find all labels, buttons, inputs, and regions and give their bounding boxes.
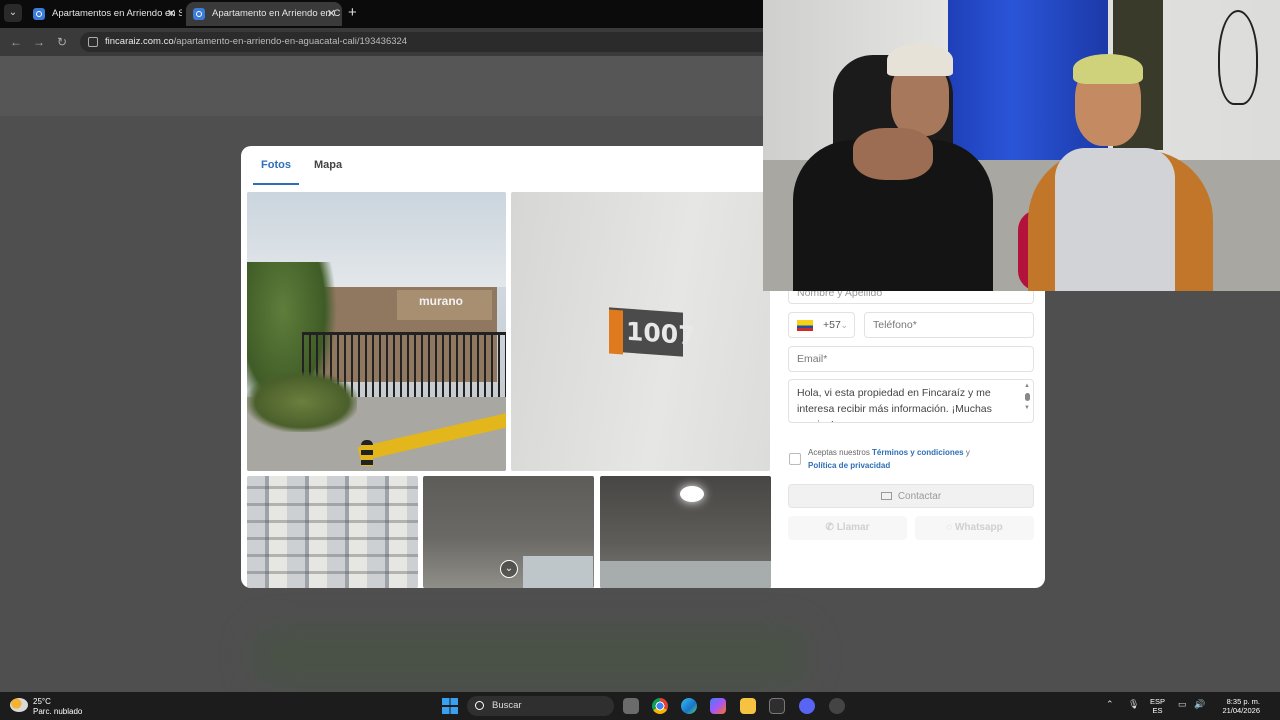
url-host: fincaraiz.com.co bbox=[105, 36, 174, 47]
photo-bush bbox=[247, 372, 357, 432]
country-code-select[interactable]: +57 ⌄ bbox=[788, 312, 855, 338]
terms-checkbox[interactable] bbox=[789, 453, 801, 465]
terms-text: Aceptas nuestros Términos y condiciones … bbox=[808, 446, 1028, 472]
modal-tabs: Fotos Mapa bbox=[241, 146, 761, 186]
weather-icon[interactable] bbox=[10, 698, 28, 712]
photo-building-entrance[interactable]: murano bbox=[247, 192, 506, 471]
terms-prefix: Aceptas nuestros bbox=[808, 448, 870, 457]
whatsapp-button-label: Whatsapp bbox=[954, 522, 1003, 533]
message-scrollbar[interactable]: ▲ ▼ bbox=[1024, 383, 1032, 417]
country-code-value: +57 bbox=[823, 319, 841, 331]
number-plate-accent bbox=[609, 309, 623, 355]
email-placeholder: Email* bbox=[797, 353, 828, 365]
cam-cap bbox=[887, 44, 953, 76]
lang-line1: ESP bbox=[1150, 697, 1166, 706]
scroll-thumb[interactable] bbox=[1025, 393, 1030, 401]
building-sign: murano bbox=[419, 294, 464, 308]
clock-date: 21/04/2026 bbox=[1222, 706, 1260, 715]
call-button-label: Llamar bbox=[836, 522, 870, 533]
page-content-blurred bbox=[250, 626, 810, 686]
photo-window bbox=[523, 556, 593, 588]
forward-arrow-icon[interactable]: → bbox=[33, 34, 45, 50]
contact-button[interactable]: Contactar bbox=[788, 484, 1034, 508]
scroll-down-icon[interactable]: ⌄ bbox=[500, 560, 518, 578]
file-explorer-icon[interactable] bbox=[740, 698, 756, 714]
terms-and: y bbox=[965, 448, 970, 457]
tab-apartamentos[interactable]: Apartamentos en Arriendo en S ✕ bbox=[26, 2, 182, 26]
photo-tower-facade[interactable] bbox=[247, 476, 418, 588]
cam-wolf-poster bbox=[1218, 10, 1258, 105]
lang-line2: ES bbox=[1152, 706, 1163, 715]
tab-title: Apartamento en Arriendo en C bbox=[212, 8, 341, 19]
task-view-icon[interactable] bbox=[623, 698, 639, 714]
mail-icon bbox=[880, 492, 892, 500]
photo-interior-ceiling[interactable] bbox=[600, 476, 771, 588]
weather-desc: Parc. nublado bbox=[33, 707, 83, 716]
search-icon bbox=[475, 701, 484, 710]
fincaraiz-favicon-icon bbox=[33, 8, 45, 20]
new-tab-icon[interactable]: + bbox=[348, 4, 357, 22]
message-text: Hola, vi esta propiedad en Fincaraíz y m… bbox=[797, 387, 992, 422]
scroll-down-arrow-icon[interactable]: ▼ bbox=[1024, 405, 1030, 411]
fincaraiz-favicon-icon bbox=[193, 8, 205, 20]
chrome-icon[interactable] bbox=[652, 698, 668, 714]
close-tab-icon[interactable]: ✕ bbox=[167, 2, 176, 26]
photo-ceiling-lamp bbox=[680, 486, 704, 502]
app-icon[interactable] bbox=[829, 698, 845, 714]
volume-icon[interactable]: 🔊 bbox=[1194, 699, 1205, 710]
tray-chevron-up-icon[interactable]: ⌃ bbox=[1106, 699, 1114, 710]
photo-door-number[interactable]: 1007 bbox=[511, 192, 770, 471]
close-tab-icon[interactable]: ✕ bbox=[327, 2, 336, 26]
tab-mapa[interactable]: Mapa bbox=[314, 159, 342, 171]
url-path: /apartamento-en-arriendo-en-aguacatal-ca… bbox=[173, 36, 408, 47]
url-field[interactable]: fincaraiz.com.co/apartamento-en-arriendo… bbox=[80, 32, 770, 52]
cam-tank-top bbox=[1055, 148, 1175, 291]
discord-icon[interactable] bbox=[799, 698, 815, 714]
weather-widget[interactable]: 25°C Parc. nublado bbox=[33, 697, 82, 717]
privacy-link[interactable]: Política de privacidad bbox=[808, 461, 890, 470]
cam-hand bbox=[853, 128, 933, 180]
language-indicator[interactable]: ESP ES bbox=[1150, 697, 1165, 715]
tab-title: Apartamentos en Arriendo en S bbox=[52, 8, 182, 19]
chevron-down-icon: ⌄ bbox=[840, 320, 848, 330]
whatsapp-button[interactable]: ◌ Whatsapp bbox=[915, 516, 1034, 540]
email-field[interactable]: Email* bbox=[788, 346, 1034, 372]
colombia-flag-icon bbox=[797, 320, 813, 331]
windows-start-icon[interactable] bbox=[442, 698, 458, 714]
back-arrow-icon[interactable]: ← bbox=[10, 34, 22, 50]
tab-fotos[interactable]: Fotos bbox=[253, 159, 299, 185]
door-number-text: 1007 bbox=[626, 316, 696, 351]
store-icon[interactable] bbox=[769, 698, 785, 714]
clock-time: 8:35 p. m. bbox=[1226, 697, 1260, 706]
phone-placeholder: Teléfono* bbox=[873, 319, 917, 331]
network-icon[interactable]: ▭ bbox=[1178, 699, 1187, 710]
call-button[interactable]: ✆ Llamar bbox=[788, 516, 907, 540]
copilot-icon[interactable] bbox=[710, 698, 726, 714]
contact-form: Nombre y Apellido +57 ⌄ Teléfono* Email*… bbox=[788, 286, 1034, 586]
microphone-icon[interactable]: 🎙 bbox=[1128, 699, 1139, 710]
cam-blond-hair bbox=[1073, 54, 1143, 84]
taskbar-search[interactable]: Buscar bbox=[467, 696, 614, 716]
phone-field[interactable]: Teléfono* bbox=[864, 312, 1034, 338]
scroll-up-icon[interactable]: ▲ bbox=[1024, 383, 1030, 389]
contact-button-label: Contactar bbox=[897, 491, 942, 502]
whatsapp-icon: ◌ bbox=[946, 522, 955, 533]
photo-window bbox=[600, 561, 771, 588]
edge-icon[interactable] bbox=[681, 698, 697, 714]
webcam-overlay bbox=[763, 0, 1280, 291]
photo-bollard bbox=[361, 440, 373, 466]
windows-taskbar: 25°C Parc. nublado Buscar ⌃ 🎙 ESP ES ▭ 🔊… bbox=[0, 692, 1280, 720]
message-textarea[interactable]: Hola, vi esta propiedad en Fincaraíz y m… bbox=[788, 379, 1034, 423]
search-placeholder: Buscar bbox=[492, 700, 522, 711]
site-info-icon[interactable] bbox=[88, 37, 98, 47]
terms-link[interactable]: Términos y condiciones bbox=[872, 448, 964, 457]
taskbar-clock[interactable]: 8:35 p. m. 21/04/2026 bbox=[1212, 697, 1260, 715]
phone-icon: ✆ bbox=[825, 522, 837, 533]
tab-search-icon[interactable]: ⌄ bbox=[4, 4, 22, 22]
tab-apartamento-active[interactable]: Apartamento en Arriendo en C ✕ bbox=[186, 2, 342, 26]
reload-icon[interactable]: ↻ bbox=[57, 34, 67, 50]
weather-temp: 25°C bbox=[33, 697, 51, 706]
